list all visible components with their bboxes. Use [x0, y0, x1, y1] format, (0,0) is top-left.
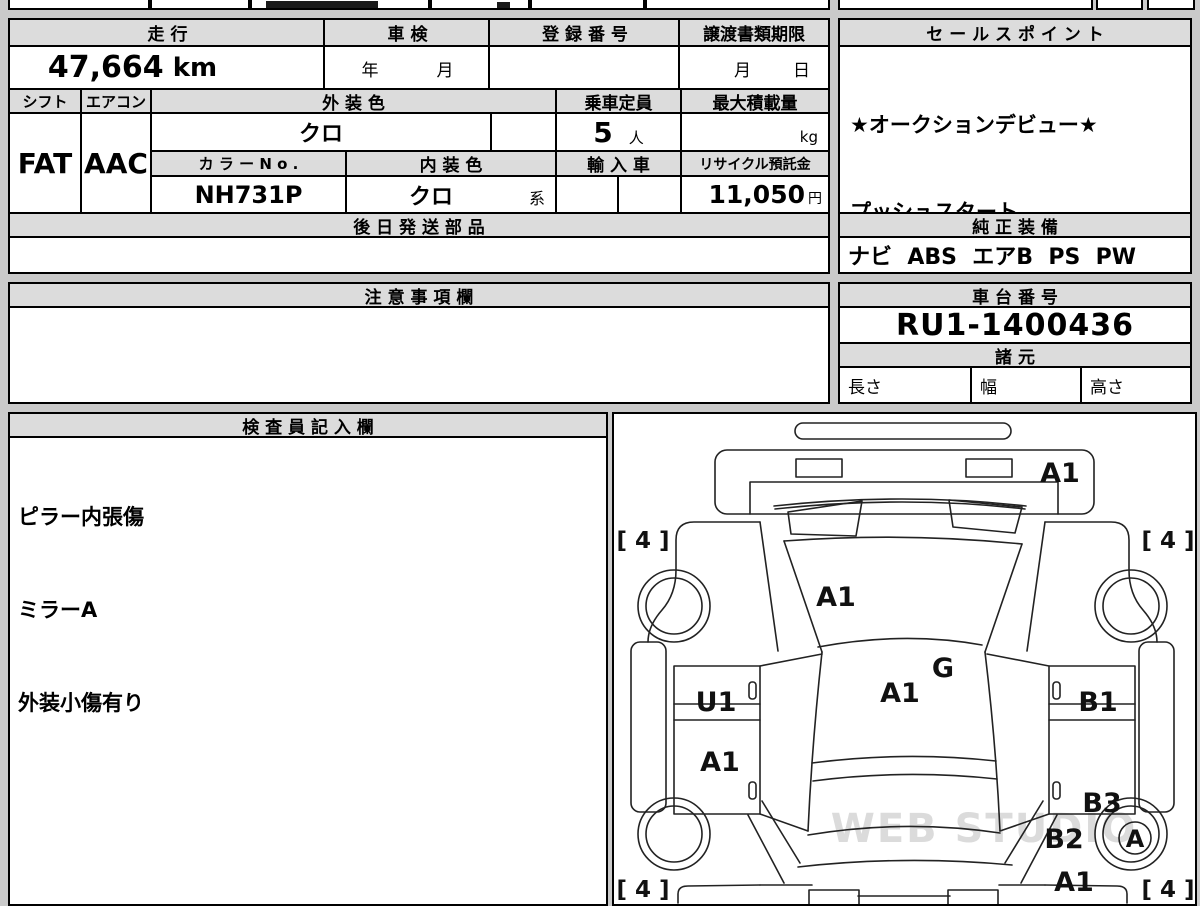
spec-length-cell: 長さ: [838, 366, 972, 404]
tire-grade-front-right: [ 4 ]: [1141, 528, 1194, 554]
cutoff-cell: [645, 0, 830, 10]
car-diagram-box: WEB STUDIO A1 A1 G A1 U1 A1 B1 B3 B2 A A…: [612, 412, 1197, 906]
inspector-line: 外装小傷有り: [18, 691, 144, 715]
sales-points-content: ★オークションデビュー★ プッシュスタート E T C バックモニター: [838, 45, 1192, 398]
damage-label-rear-right-door: B3: [1082, 788, 1121, 819]
damage-label-right-quarter: B2: [1044, 824, 1083, 855]
chassis-value: RU1-1400436: [838, 306, 1192, 344]
mileage-number: 47,664: [47, 50, 164, 85]
interior-color-name: クロ: [408, 184, 453, 210]
recycle-header: リサイクル預託金: [680, 150, 830, 177]
cutoff-cell: [1147, 0, 1195, 10]
genuine-equipment-header: 純 正 装 備: [838, 212, 1192, 238]
notes-content: [8, 306, 830, 404]
recycle-amount: 11,050: [708, 180, 805, 209]
damage-label-hood: A1: [816, 582, 856, 613]
capacity-number: 5: [593, 115, 613, 149]
inspection-year-label: 年: [361, 61, 379, 81]
damage-label-front-right-door: B1: [1078, 687, 1117, 718]
transfer-day-label: 日: [793, 61, 810, 81]
cutoff-cell: [530, 0, 645, 10]
genuine-equipment-value: ナビ ABS エアB PS PW: [838, 236, 1192, 274]
inspector-line: ピラー内張傷: [18, 505, 144, 529]
cutoff-text-fragment: [266, 1, 378, 8]
damage-label-front-bumper: A1: [1040, 458, 1080, 489]
later-parts-content: [8, 236, 830, 274]
cutoff-cell: [430, 0, 530, 10]
cutoff-cell: [8, 0, 150, 10]
chassis-header: 車 台 番 号: [838, 282, 1192, 308]
cutoff-cell: [838, 0, 1093, 10]
inspection-value: 年 月: [323, 45, 492, 90]
import-car-cell-1: [555, 175, 619, 214]
shift-value: FAT: [8, 112, 82, 214]
tire-grade-front-left: [ 4 ]: [616, 528, 669, 554]
mileage-unit: km: [172, 52, 218, 83]
mileage-value: 47,664 km: [8, 45, 327, 90]
tire-grade-rear-right: [ 4 ]: [1141, 877, 1194, 903]
inspector-line: ミラーA: [18, 598, 98, 622]
damage-label-front-left-door: U1: [696, 687, 737, 718]
mileage-header: 走 行: [8, 18, 327, 47]
max-load-value: kg: [680, 112, 830, 152]
sales-point-line: ★オークションデビュー★: [850, 113, 1098, 137]
exterior-color-extra-cell: [490, 112, 557, 152]
spec-height-cell: 高さ: [1080, 366, 1192, 404]
capacity-value: 5 人: [555, 112, 682, 152]
max-load-unit: kg: [799, 128, 818, 146]
cutoff-text-fragment: [497, 2, 510, 8]
damage-label-rear-panel: A1: [1054, 867, 1094, 898]
interior-color-value: クロ 系: [345, 175, 557, 214]
inspector-content: ピラー内張傷 ミラーA 外装小傷有り: [8, 436, 608, 906]
sales-points-header: セ ー ル ス ポ イ ン ト: [838, 18, 1192, 47]
damage-label-right-rear-wheel: A: [1126, 825, 1145, 853]
color-no-value: NH731P: [150, 175, 347, 214]
damage-label-roof: A1: [880, 678, 920, 709]
import-car-cell-2: [617, 175, 682, 214]
notes-header: 注 意 事 項 欄: [8, 282, 830, 308]
capacity-header: 乗車定員: [555, 88, 682, 114]
registration-header: 登 録 番 号: [488, 18, 682, 47]
transfer-docs-value: 月 日: [678, 45, 830, 90]
recycle-value: 11,050 円: [680, 175, 830, 214]
registration-value: [488, 45, 682, 90]
capacity-unit: 人: [628, 128, 644, 147]
interior-color-header: 内 装 色: [345, 150, 557, 177]
aircon-value: AAC: [80, 112, 152, 214]
damage-label-glass: G: [932, 653, 954, 684]
color-no-header: カ ラ ー N o .: [150, 150, 347, 177]
shift-header: シフト: [8, 88, 82, 114]
recycle-unit: 円: [808, 190, 822, 207]
max-load-header: 最大積載量: [680, 88, 830, 114]
cutoff-cell: [1096, 0, 1143, 10]
inspection-header: 車 検: [323, 18, 492, 47]
spec-width-cell: 幅: [970, 366, 1082, 404]
exterior-color-header: 外 装 色: [150, 88, 557, 114]
car-diagram: WEB STUDIO A1 A1 G A1 U1 A1 B1 B3 B2 A A…: [616, 422, 1195, 904]
later-parts-header: 後 日 発 送 部 品: [8, 212, 830, 238]
damage-label-rear-left-door: A1: [700, 747, 740, 778]
inspection-month-label: 月: [436, 61, 454, 81]
tire-grade-rear-left: [ 4 ]: [616, 877, 669, 903]
exterior-color-value: クロ: [150, 112, 492, 152]
transfer-docs-header: 譲渡書類期限: [678, 18, 830, 47]
interior-color-suffix: 系: [528, 189, 545, 208]
transfer-month-label: 月: [734, 61, 751, 81]
cutoff-cell: [150, 0, 250, 10]
inspector-header: 検 査 員 記 入 欄: [8, 412, 608, 438]
import-car-header: 輸 入 車: [555, 150, 682, 177]
specs-header: 諸 元: [838, 342, 1192, 368]
aircon-header: エアコン: [80, 88, 152, 114]
